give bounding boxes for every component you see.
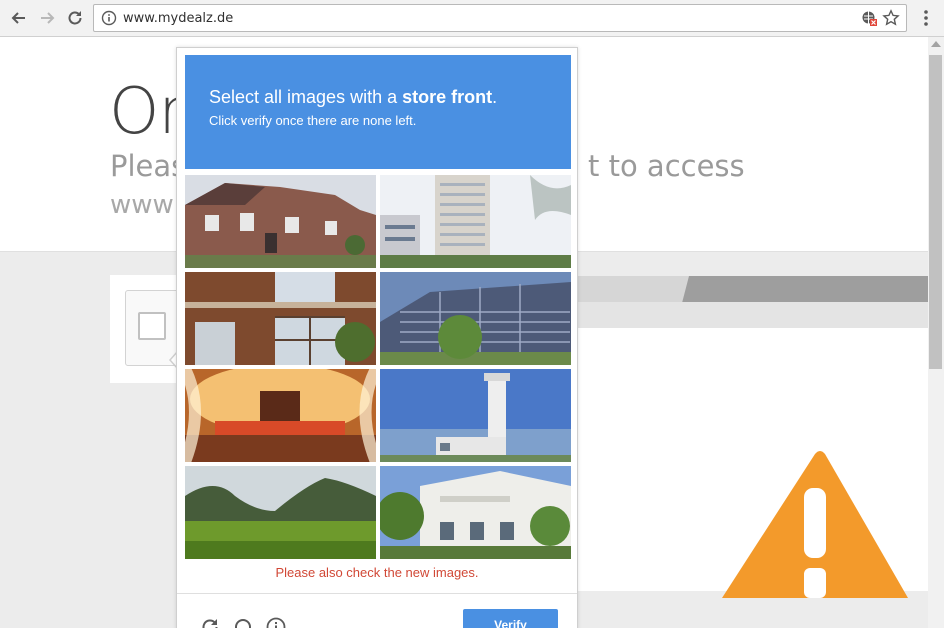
page-subtitle-right: t to access [588, 149, 745, 183]
reload-button[interactable] [64, 7, 86, 29]
image-grid [185, 175, 571, 559]
arrow-left-icon [11, 12, 25, 24]
image-tile-green-hills[interactable] [185, 466, 376, 559]
arrow-right-icon [41, 12, 55, 24]
image-tile-brick-wall-window[interactable] [185, 272, 376, 365]
scrollbar-thumb[interactable] [929, 55, 942, 369]
scroll-up-arrow[interactable] [931, 41, 941, 47]
prompt-target: store front [402, 87, 493, 107]
forward-button[interactable] [36, 7, 58, 29]
info-icon[interactable] [101, 10, 117, 26]
challenge-error-message: Please also check the new images. [275, 565, 479, 580]
info-icon[interactable] [265, 616, 287, 628]
challenge-prompt: Select all images with a store front. [209, 87, 497, 108]
challenge-divider [177, 593, 577, 594]
page-title: Or [109, 75, 185, 149]
address-bar[interactable]: www.mydealz.de [93, 4, 907, 32]
captcha-challenge-dialog: Select all images with a store front. Cl… [176, 47, 578, 628]
blocked-extension-icon[interactable] [861, 10, 878, 27]
browser-menu-button[interactable] [918, 7, 934, 29]
reload-challenge-icon[interactable] [199, 616, 221, 628]
more-vertical-icon [924, 10, 928, 26]
page-subtitle-line2: www [110, 190, 174, 220]
reload-icon [68, 11, 82, 25]
headphones-icon[interactable] [232, 616, 254, 628]
url-text: www.mydealz.de [123, 11, 234, 26]
page-subtitle-left: Pleas [110, 149, 187, 183]
challenge-instruction: Click verify once there are none left. [209, 113, 417, 128]
browser-toolbar: www.mydealz.de [0, 0, 944, 37]
page-bar-tab [577, 276, 689, 302]
image-tile-tall-building[interactable] [380, 175, 571, 268]
challenge-header: Select all images with a store front. Cl… [185, 55, 571, 169]
image-tile-office-block[interactable] [380, 272, 571, 365]
prompt-suffix: . [492, 87, 498, 107]
star-icon[interactable] [882, 9, 900, 27]
prompt-prefix: Select all images with a [209, 87, 403, 107]
image-tile-white-villa[interactable] [380, 466, 571, 559]
back-button[interactable] [8, 7, 30, 29]
image-tile-lit-stage[interactable] [185, 369, 376, 462]
browser-window: www.mydealz.de Or Pleas t to access www [0, 0, 944, 628]
warning-icon [722, 451, 908, 598]
page-strip [577, 302, 928, 328]
verify-button[interactable]: Verify [463, 609, 558, 628]
image-tile-brick-house[interactable] [185, 175, 376, 268]
captcha-checkbox[interactable] [138, 312, 166, 340]
image-tile-lighthouse[interactable] [380, 369, 571, 462]
